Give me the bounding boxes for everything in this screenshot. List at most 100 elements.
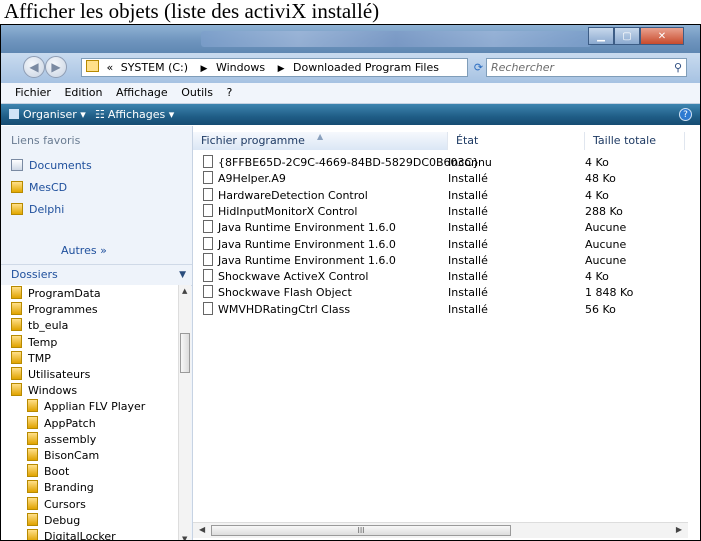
help-icon[interactable]: ? — [679, 108, 692, 121]
folders-heading: Dossiers — [11, 268, 58, 281]
file-icon — [203, 203, 213, 217]
views-button[interactable]: ☷ Affichages ▾ — [95, 104, 174, 125]
folder-tree-item[interactable]: TMP — [11, 350, 51, 367]
file-row[interactable]: Java Runtime Environment 1.6.0 Installé Au… — [193, 220, 700, 236]
folder-tree-item[interactable]: BisonCam — [27, 448, 99, 464]
menu-edition[interactable]: Edition — [64, 86, 102, 99]
folder-tree-item[interactable]: AppPatch — [27, 415, 96, 432]
file-name-cell: HardwareDetection Control — [203, 187, 368, 204]
back-button[interactable]: ◀ — [23, 56, 45, 78]
folder-tree-item[interactable]: ProgramData — [11, 286, 101, 302]
forward-button[interactable]: ▶ — [45, 56, 67, 78]
views-icon: ☷ — [95, 108, 105, 121]
menu-fichier[interactable]: Fichier — [15, 86, 51, 99]
favorite-mescd[interactable]: MesCD — [11, 181, 67, 194]
close-icon[interactable]: ✕ — [640, 27, 684, 45]
folder-tree-scrollbar[interactable]: ▲ ▼ — [178, 285, 191, 540]
file-icon — [203, 301, 213, 315]
folder-icon — [11, 181, 23, 193]
folder-tree-item[interactable]: Windows — [11, 383, 77, 399]
file-state-cell: Installé — [448, 286, 488, 300]
column-header-state[interactable]: État — [448, 132, 585, 150]
file-state-cell: Inconnu — [448, 156, 492, 169]
file-row[interactable]: HidInputMonitorX Control Installé 288 Ko — [193, 203, 700, 220]
folder-icon — [11, 367, 22, 380]
menu-outils[interactable]: Outils — [181, 86, 213, 99]
column-header-size[interactable]: Taille totale — [585, 132, 685, 150]
file-row[interactable]: Shockwave Flash Object Installé 1 848 Ko — [193, 285, 700, 301]
scroll-thumb[interactable] — [180, 333, 190, 373]
folder-tree-item[interactable]: Utilisateurs — [11, 367, 90, 383]
scroll-down-icon[interactable]: ▼ — [182, 535, 187, 540]
folder-tree-item[interactable]: Programmes — [11, 302, 98, 318]
file-state-cell: Installé — [448, 204, 488, 218]
maximize-icon[interactable]: ▢ — [614, 27, 640, 45]
folders-header[interactable]: Dossiers ▼ — [1, 264, 192, 286]
search-input[interactable]: Rechercher ⚲ — [486, 58, 687, 77]
folder-label: DigitalLocker — [44, 530, 116, 540]
file-row[interactable]: Java Runtime Environment 1.6.0 Installé Au… — [193, 236, 700, 253]
file-row[interactable]: A9Helper.A9 Installé 48 Ko — [193, 171, 700, 187]
folder-tree-item[interactable]: tb_eula — [11, 318, 68, 334]
refresh-icon[interactable]: ⟳ — [470, 58, 487, 77]
folder-tree-item[interactable]: Temp — [11, 334, 57, 351]
folder-label: Cursors — [44, 497, 86, 511]
breadcrumb-windows[interactable]: Windows — [216, 61, 265, 74]
address-overflow[interactable]: « — [107, 61, 114, 74]
menu-affichage[interactable]: Affichage — [116, 86, 168, 99]
folder-icon — [11, 286, 22, 299]
folder-tree-item[interactable]: Branding — [27, 480, 94, 496]
chevron-down-icon[interactable]: ▼ — [179, 265, 186, 285]
folder-label: assembly — [44, 432, 97, 446]
scroll-up-icon[interactable]: ▲ — [182, 287, 187, 295]
folder-tree-item[interactable]: DigitalLocker — [27, 529, 116, 540]
file-row[interactable]: WMVHDRatingCtrl Class Installé 56 Ko — [193, 301, 700, 318]
favorite-documents[interactable]: Documents — [11, 159, 92, 172]
folder-tree-item[interactable]: Boot — [27, 464, 69, 480]
scroll-right-icon[interactable]: ▶ — [676, 525, 682, 534]
organise-button[interactable]: Organiser ▾ — [9, 104, 86, 125]
folder-icon — [27, 431, 38, 445]
folder-label: Branding — [44, 481, 94, 495]
folder-tree-item[interactable]: assembly — [27, 431, 97, 448]
folder-tree-item[interactable]: Cursors — [27, 496, 86, 513]
column-header-name[interactable]: ▲ Fichier programme — [193, 132, 448, 150]
breadcrumb-downloaded[interactable]: Downloaded Program Files — [293, 61, 439, 74]
menu-bar: Fichier Edition Affichage Outils ? — [1, 83, 700, 104]
title-bar[interactable]: ▁ ▢ ✕ — [1, 25, 700, 53]
organise-icon — [9, 109, 19, 119]
folder-icon — [11, 203, 23, 215]
file-icon — [203, 220, 213, 234]
scroll-thumb[interactable]: III — [211, 525, 511, 536]
folder-label: AppPatch — [44, 416, 96, 430]
address-bar[interactable]: « SYSTEM (C:) ▶ Windows ▶ Downloaded Pro… — [81, 58, 542, 77]
file-size-cell: 288 Ko — [585, 204, 623, 218]
folder-tree-item[interactable]: Debug — [27, 512, 80, 529]
page-caption: Afficher les objets (liste des activiX i… — [4, 0, 380, 23]
folder-icon — [11, 302, 22, 316]
file-row[interactable]: {8FFBE65D-2C9C-4669-84BD-5829DC0B603C} In… — [193, 155, 700, 171]
file-row[interactable]: Shockwave ActiveX Control Installé 4 Ko — [193, 269, 700, 285]
folder-icon — [11, 383, 22, 397]
file-name-cell: HidInputMonitorX Control — [203, 203, 357, 220]
breadcrumb-arrow-icon[interactable]: ▶ — [201, 64, 208, 74]
search-icon[interactable]: ⚲ — [674, 59, 682, 76]
file-state-cell: Installé — [448, 253, 488, 267]
file-state-cell: Installé — [448, 221, 488, 235]
file-row[interactable]: HardwareDetection Control Installé 4 Ko — [193, 187, 700, 204]
breadcrumb-arrow-icon[interactable]: ▶ — [278, 64, 285, 74]
minimize-icon[interactable]: ▁ — [588, 27, 614, 45]
file-row[interactable]: Java Runtime Environment 1.6.0 Installé Au… — [193, 252, 700, 269]
folder-tree-item[interactable]: Applian FLV Player — [27, 399, 145, 415]
file-size-cell: Aucune — [585, 221, 627, 235]
menu-help[interactable]: ? — [226, 86, 232, 99]
breadcrumb-system[interactable]: SYSTEM (C:) — [121, 61, 188, 74]
favorite-delphi[interactable]: Delphi — [11, 203, 64, 216]
scroll-left-icon[interactable]: ◀ — [199, 525, 205, 534]
folder-label: Applian FLV Player — [44, 400, 146, 414]
folder-label: ProgramData — [28, 287, 101, 300]
file-state-cell: Installé — [448, 302, 488, 316]
folder-icon — [11, 334, 22, 348]
favorites-more-link[interactable]: Autres » — [61, 244, 107, 257]
file-list-hscrollbar[interactable]: ◀ III ▶ — [193, 522, 688, 538]
